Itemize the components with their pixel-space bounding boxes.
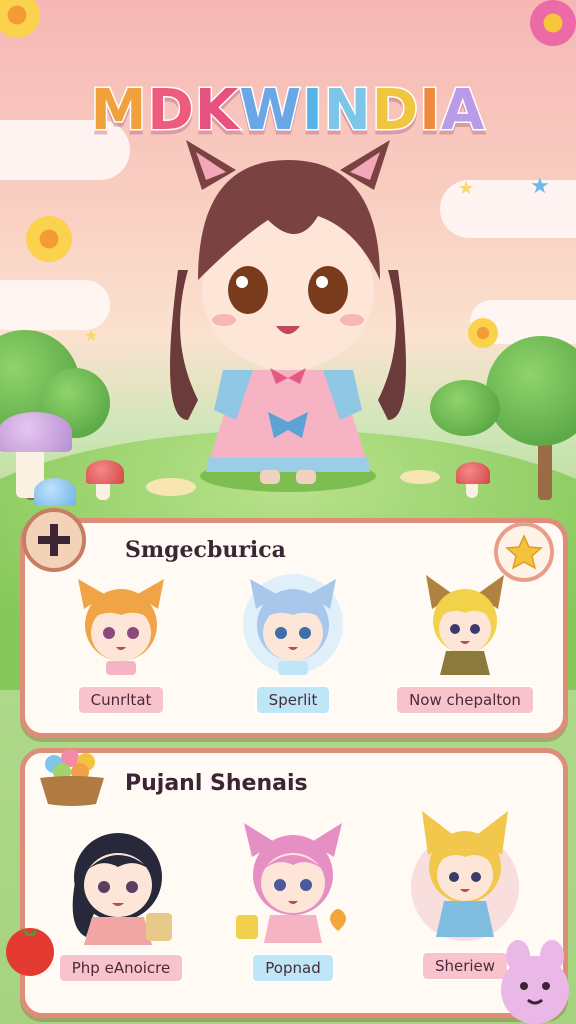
- candy-basket-icon: [40, 749, 104, 806]
- mushroom-icon: [456, 462, 490, 484]
- black-hair-girl: [72, 833, 172, 945]
- panel-2-title: Pujanl Shenais: [125, 771, 308, 796]
- character-card[interactable]: Sperlit: [213, 569, 373, 715]
- star-icon: ★: [530, 174, 550, 199]
- blonde-fox-girl: [411, 811, 519, 941]
- character-card[interactable]: Php eAnoicre: [41, 817, 201, 983]
- flower-icon: [0, 0, 40, 38]
- character-card[interactable]: Now chepalton: [385, 569, 545, 715]
- game-screen: ★ ★ ★ MDKWINDIA Smgecburica Cunrltat Spe…: [0, 0, 576, 1024]
- fox-girl: [426, 575, 504, 675]
- character-card[interactable]: Cunrltat: [41, 569, 201, 715]
- cross-icon[interactable]: [22, 508, 86, 572]
- flower-icon: [26, 216, 72, 262]
- mushroom-icon: [0, 412, 72, 452]
- mushroom-icon: [34, 478, 76, 506]
- hero-cat-girl[interactable]: [118, 120, 458, 500]
- flower-icon: [530, 0, 576, 46]
- star-icon[interactable]: [494, 522, 554, 582]
- flower-icon: [468, 318, 498, 348]
- pink-bunny-icon: [501, 940, 569, 1024]
- pink-cat-girl: [236, 823, 346, 943]
- card-label: Php eAnoicre: [57, 953, 185, 983]
- orange-hair-cat-girl: [78, 579, 164, 675]
- card-label: Sperlit: [254, 685, 332, 715]
- card-label: Popnad: [251, 953, 335, 983]
- tomato-icon: [6, 928, 54, 976]
- card-label: Cunrltat: [76, 685, 166, 715]
- tree: [486, 336, 576, 446]
- character-panel-1: Smgecburica Cunrltat Sperlit Now chepalt…: [20, 518, 568, 738]
- cloud: [0, 280, 110, 330]
- panel-1-title: Smgecburica: [125, 537, 286, 563]
- blue-hair-cat-girl: [243, 574, 343, 675]
- card-label: Now chepalton: [395, 685, 535, 715]
- star-icon: ★: [84, 326, 99, 345]
- star-icon: ★: [458, 178, 475, 199]
- character-card[interactable]: Popnad: [213, 817, 373, 983]
